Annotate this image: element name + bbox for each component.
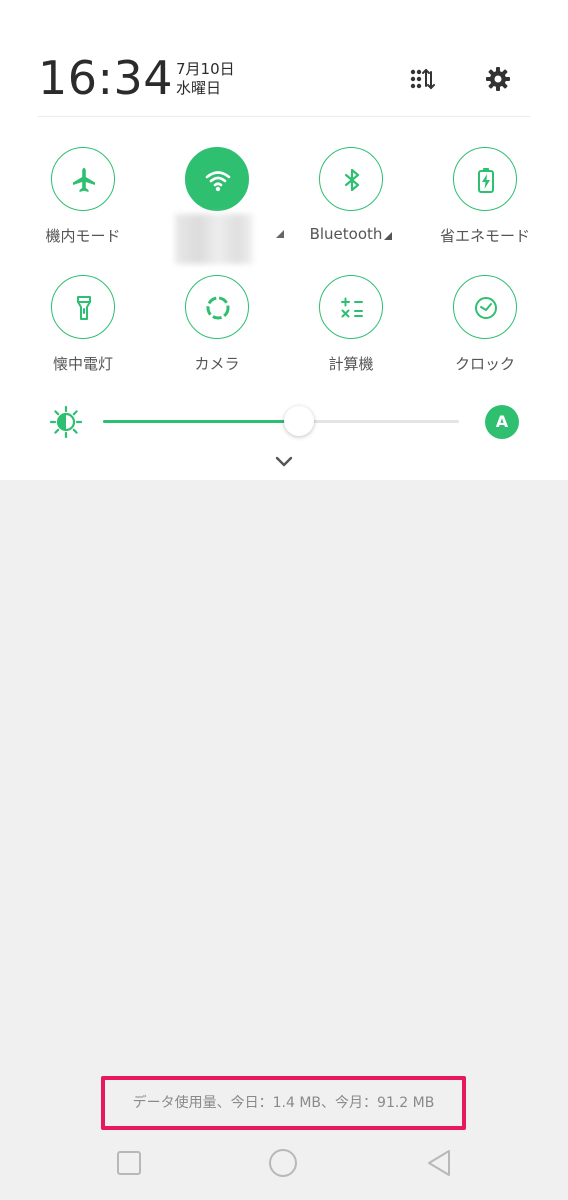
wifi-network-name-blurred	[175, 214, 253, 264]
home-button[interactable]	[266, 1146, 300, 1180]
tile-label: クロック	[454, 355, 515, 373]
bluetooth-icon	[344, 168, 360, 192]
tile-label: 計算機	[328, 355, 374, 373]
auto-brightness-button[interactable]: A	[485, 405, 519, 439]
recents-button[interactable]	[112, 1146, 146, 1180]
circle-icon	[269, 1149, 297, 1177]
triangle-back-icon	[428, 1150, 450, 1176]
tile-camera-circle	[185, 275, 249, 339]
tile-label-container: Bluetooth	[281, 225, 421, 243]
tile-bluetooth-circle	[319, 147, 383, 211]
tile-calculator-circle	[319, 275, 383, 339]
tile-label: Bluetooth	[309, 225, 383, 243]
tile-airplane-mode[interactable]: 機内モード	[23, 147, 143, 257]
square-icon	[117, 1151, 141, 1175]
data-usage-summary: データ使用量、今日：1.4 MB、今月：91.2 MB	[101, 1076, 466, 1130]
camera-icon	[206, 296, 230, 320]
tile-airplane-mode-circle	[51, 147, 115, 211]
grid-sort-icon	[410, 68, 435, 90]
tile-camera[interactable]: カメラ	[157, 275, 277, 385]
quick-settings-panel: 16:34 7月10日 水曜日 機内モード Bluetooth 省エネモード 懐…	[0, 0, 568, 480]
tile-flashlight-circle	[51, 275, 115, 339]
brightness-slider-fill	[103, 420, 299, 423]
header-divider	[38, 116, 530, 117]
tile-label: 機内モード	[45, 227, 121, 245]
settings-button[interactable]	[483, 64, 513, 94]
chevron-down-icon	[275, 456, 293, 467]
tile-bluetooth[interactable]: Bluetooth	[291, 147, 411, 257]
calculator-icon	[341, 297, 363, 318]
date-text: 7月10日	[176, 60, 235, 78]
tile-clock[interactable]: クロック	[425, 275, 545, 385]
gear-icon	[486, 67, 510, 91]
tile-flashlight[interactable]: 懐中電灯	[23, 275, 143, 385]
clock-icon	[475, 297, 497, 319]
brightness-slider[interactable]	[103, 406, 459, 436]
brightness-icon	[49, 405, 83, 439]
tile-power-saving-circle	[453, 147, 517, 211]
tile-wifi-circle	[185, 147, 249, 211]
expand-panel-button[interactable]	[272, 450, 296, 472]
wifi-icon	[205, 171, 231, 192]
tile-clock-circle	[453, 275, 517, 339]
brightness-slider-thumb[interactable]	[283, 406, 314, 436]
tile-label: 省エネモード	[439, 227, 530, 245]
bluetooth-expand-arrow-icon[interactable]	[384, 232, 393, 240]
clock-time: 16:34	[38, 51, 174, 105]
airplane-icon	[73, 168, 95, 192]
date-block: 7月10日 水曜日	[176, 60, 235, 98]
flashlight-icon	[77, 296, 91, 320]
tile-label: 懐中電灯	[52, 355, 113, 373]
edit-tiles-button[interactable]	[408, 64, 438, 94]
tile-power-saving[interactable]: 省エネモード	[425, 147, 545, 257]
battery-saver-icon	[478, 168, 494, 193]
back-button[interactable]	[422, 1146, 456, 1180]
tile-label: カメラ	[194, 355, 240, 373]
weekday-text: 水曜日	[176, 79, 222, 97]
tile-calculator[interactable]: 計算機	[291, 275, 411, 385]
